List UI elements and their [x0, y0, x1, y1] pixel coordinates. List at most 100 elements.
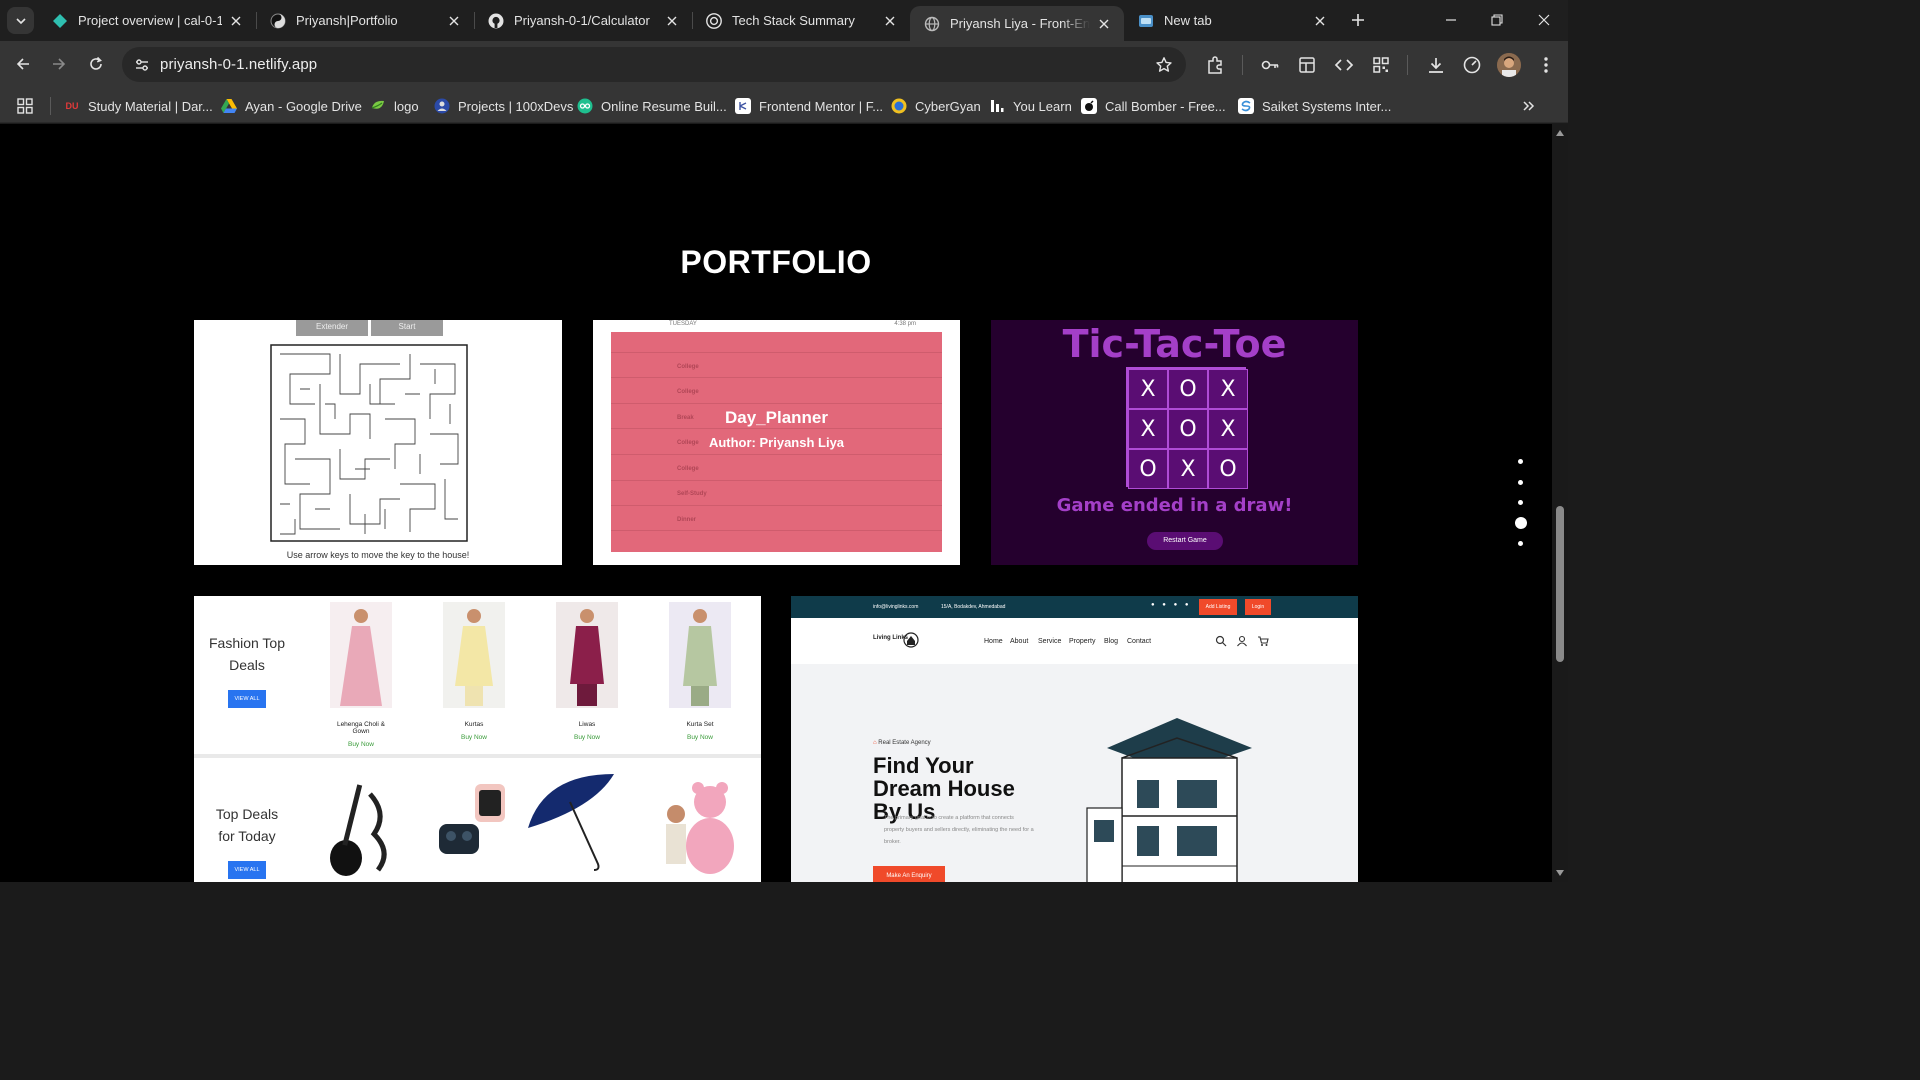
estate-address: 15/A, Bodakdev, Ahmedabad — [941, 604, 1006, 610]
bookmark-label: Study Material | Dar... — [88, 98, 213, 114]
performance-button[interactable] — [1460, 53, 1484, 77]
estate-description: The primary goal is to create a platform… — [884, 815, 1034, 845]
window-close-button[interactable] — [1521, 0, 1567, 40]
triangle-up-icon — [1556, 130, 1564, 136]
bookmark-saiket-systems[interactable]: Saiket Systems Inter... — [1238, 93, 1391, 119]
section-nav-dot[interactable] — [1518, 500, 1523, 505]
planner-overlay: College College Break College College Se… — [611, 332, 942, 552]
extensions-button[interactable] — [1203, 53, 1227, 77]
project-card-day-planner[interactable]: TUESDAY 4:38 pm College College Break Co… — [593, 320, 960, 565]
page-scrollbar[interactable] — [1552, 124, 1568, 882]
bookmark-frontend-mentor[interactable]: Frontend Mentor | F... — [735, 93, 883, 119]
close-icon[interactable] — [1096, 16, 1112, 32]
devtools-button[interactable] — [1332, 53, 1356, 77]
key-icon — [1261, 60, 1279, 70]
minimize-button[interactable] — [1428, 0, 1474, 40]
bookmark-call-bomber[interactable]: Call Bomber - Free... — [1081, 93, 1226, 119]
forward-button[interactable] — [46, 51, 72, 77]
umbrella-image — [524, 768, 616, 872]
tab-new-tab[interactable]: New tab — [1124, 0, 1340, 41]
section-nav-dot[interactable] — [1518, 459, 1523, 464]
cart-icon — [1258, 636, 1269, 646]
site-info-button[interactable] — [128, 51, 155, 78]
back-button[interactable] — [10, 51, 36, 77]
puzzle-icon — [1208, 56, 1222, 74]
close-icon[interactable] — [664, 13, 680, 29]
section-nav-dot[interactable] — [1518, 480, 1523, 485]
buy-now-link: Buy Now — [686, 734, 713, 741]
close-icon[interactable] — [446, 13, 462, 29]
qr-code-button[interactable] — [1369, 53, 1393, 77]
star-icon — [1156, 57, 1172, 72]
tab-tech-stack[interactable]: Tech Stack Summary — [692, 0, 910, 41]
close-icon[interactable] — [882, 13, 898, 29]
bookmark-study-material[interactable]: DU Study Material | Dar... — [64, 93, 213, 119]
tab-search-button[interactable] — [7, 7, 34, 34]
globe-icon — [924, 16, 940, 32]
bookmark-cybergyan[interactable]: CyberGyan — [891, 93, 981, 119]
planner-row-line — [611, 454, 942, 455]
tab-portfolio-site-active[interactable]: Priyansh Liya - Front-End & — [910, 6, 1124, 41]
scrollbar-thumb[interactable] — [1556, 506, 1564, 662]
add-listing-button: Add Listing — [1199, 599, 1237, 615]
url-text[interactable]: priyansh-0-1.netlify.app — [160, 56, 317, 73]
social-icons: ● ● ● ● — [1151, 602, 1192, 608]
project-card-fashion-store[interactable]: Fashion Top Deals VIEW ALL Lehenga Choli… — [194, 596, 761, 882]
reading-mode-button[interactable] — [1295, 53, 1319, 77]
product-name: Liwas — [578, 721, 596, 728]
downloads-button[interactable] — [1424, 53, 1448, 77]
tab-portfolio[interactable]: Priyansh|Portfolio — [256, 0, 474, 41]
bookmark-100xdevs[interactable]: Projects | 100xDevs — [434, 93, 573, 119]
ttt-cell: X — [1208, 409, 1248, 449]
triangle-down-icon — [1556, 870, 1564, 876]
browser-menu-button[interactable] — [1534, 53, 1558, 77]
planner-task: College — [677, 364, 699, 370]
project-card-maze[interactable]: Extender Start Use arrow keys to move th… — [194, 320, 562, 565]
ttt-cell: O — [1128, 449, 1168, 489]
bookmarks-overflow-button[interactable] — [1522, 93, 1536, 119]
tab-calculator-repo[interactable]: Priyansh-0-1/Calculator — [474, 0, 692, 41]
estate-nav-link: Service — [1038, 638, 1062, 645]
section-nav-dot[interactable] — [1518, 541, 1523, 546]
close-icon[interactable] — [228, 13, 244, 29]
tab-project-overview[interactable]: Project overview | cal-0-1 | — [38, 0, 256, 41]
address-bar[interactable]: priyansh-0-1.netlify.app — [122, 47, 1186, 82]
planner-task: College — [677, 389, 699, 395]
password-manager-button[interactable] — [1258, 53, 1282, 77]
profile-avatar[interactable] — [1497, 53, 1521, 77]
section-divider — [194, 754, 761, 758]
product-name: Kurtas — [464, 721, 484, 728]
reload-button[interactable] — [83, 51, 109, 77]
close-icon[interactable] — [1312, 13, 1328, 29]
tune-icon — [135, 58, 148, 71]
product-name: Kurta Set — [686, 721, 714, 728]
bookmark-logo[interactable]: logo — [370, 93, 419, 119]
restore-button[interactable] — [1474, 0, 1520, 40]
google-drive-icon — [221, 98, 237, 114]
tab-title: Priyansh Liya - Front-End & — [950, 16, 1090, 31]
ttt-cell: O — [1168, 409, 1208, 449]
product-tile: Kurtas Buy Now — [443, 602, 505, 741]
scroll-up-arrow[interactable] — [1555, 128, 1565, 138]
code-icon — [1334, 59, 1354, 71]
smartwatch-earbuds-image — [431, 774, 513, 878]
bookmark-label: Ayan - Google Drive — [245, 98, 362, 114]
close-icon — [1538, 14, 1550, 26]
bookmark-google-drive[interactable]: Ayan - Google Drive — [221, 93, 362, 119]
bookmark-star-button[interactable] — [1154, 55, 1174, 75]
new-tab-button[interactable] — [1346, 8, 1370, 32]
new-tab-page-icon — [1138, 13, 1154, 29]
section-nav-dot-active[interactable] — [1515, 517, 1527, 529]
bookmark-label: logo — [394, 98, 419, 114]
speedometer-icon — [1463, 56, 1481, 74]
scroll-down-arrow[interactable] — [1555, 868, 1565, 878]
bookmark-resume-builder[interactable]: Online Resume Buil... — [577, 93, 727, 119]
user-icon — [1237, 635, 1247, 647]
project-card-real-estate[interactable]: info@livinglinks.com 15/A, Bodakdev, Ahm… — [791, 596, 1358, 882]
project-card-tic-tac-toe[interactable]: Tic-Tac-Toe X O X X O X O X O Game ended… — [991, 320, 1358, 565]
bookmark-you-learn[interactable]: You Learn — [989, 93, 1072, 119]
planner-task: College — [677, 466, 699, 472]
tab-title: Tech Stack Summary — [732, 13, 855, 28]
netlify-icon — [52, 13, 68, 29]
apps-button[interactable] — [16, 93, 34, 119]
